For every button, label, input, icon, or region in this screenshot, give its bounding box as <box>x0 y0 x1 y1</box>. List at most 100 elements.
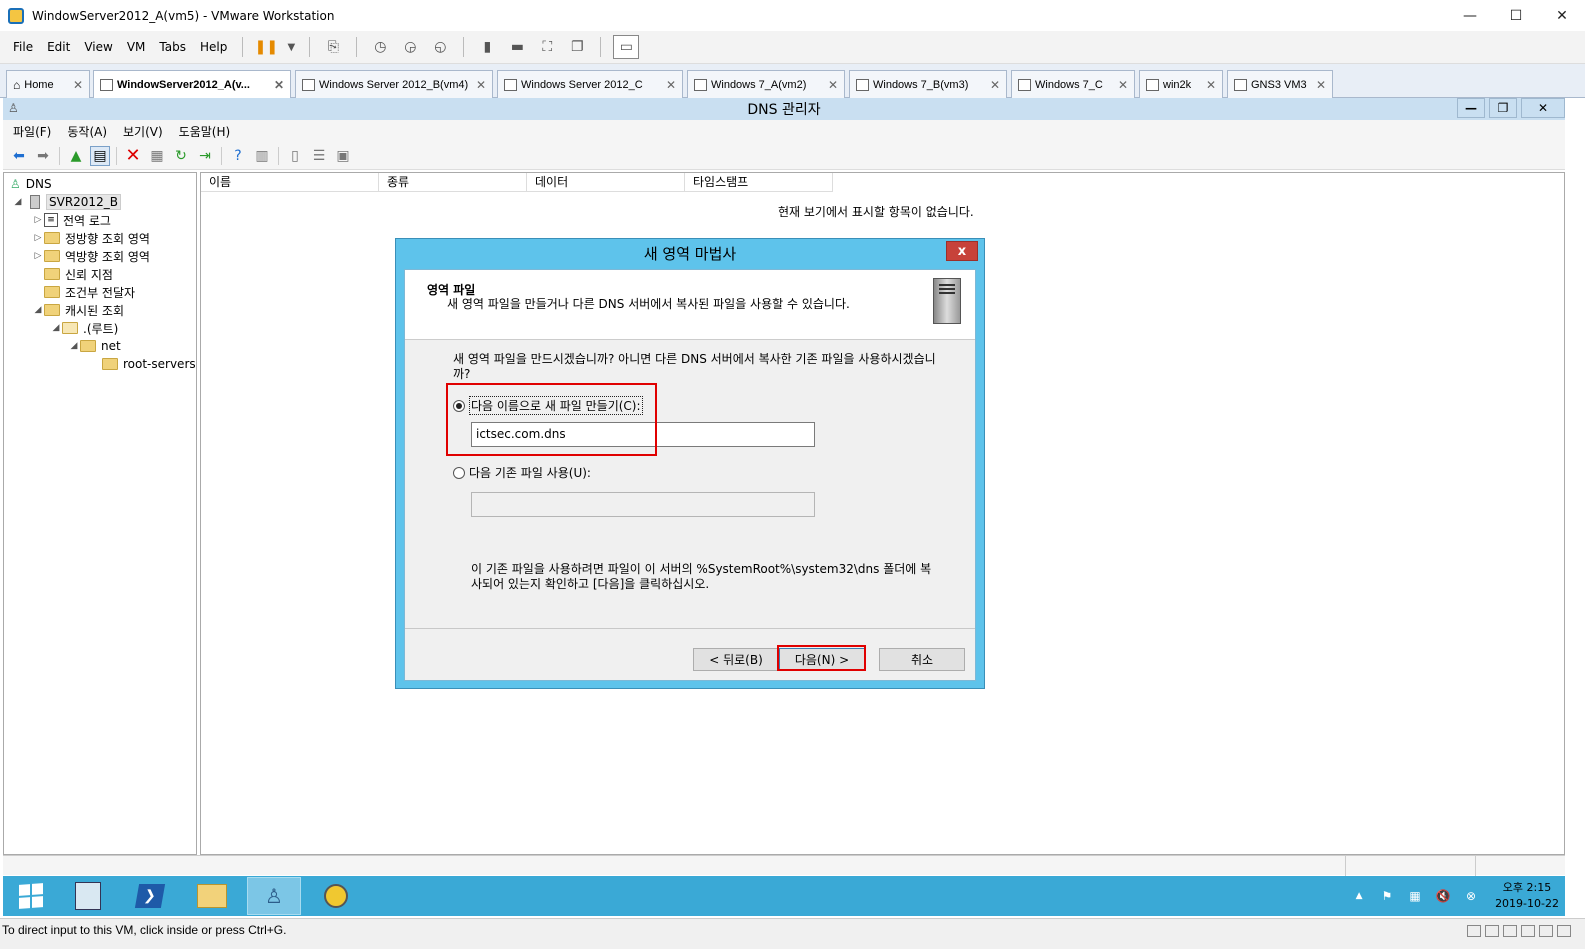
tab-close-icon[interactable]: ✕ <box>1206 78 1216 92</box>
tab-windows-server-2012-c[interactable]: Windows Server 2012_C ✕ <box>497 70 683 98</box>
tab-windows-7-c[interactable]: Windows 7_C ✕ <box>1011 70 1135 98</box>
expanded-arrow-icon[interactable]: ◢ <box>50 323 62 333</box>
server-manager-taskbar-button[interactable] <box>61 877 115 915</box>
tab-windows-7-b[interactable]: Windows 7_B(vm3) ✕ <box>849 70 1007 98</box>
tab-close-icon[interactable]: ✕ <box>990 78 1000 92</box>
tab-win2k[interactable]: win2k ✕ <box>1139 70 1223 98</box>
tree-item-conditional-forwarders[interactable]: 조건부 전달자 <box>44 283 135 301</box>
tab-gns3-vm3[interactable]: GNS3 VM3 ✕ <box>1227 70 1333 98</box>
tab-windows-server-2012-b[interactable]: Windows Server 2012_B(vm4) ✕ <box>295 70 493 98</box>
tab-windows-7-a[interactable]: Windows 7_A(vm2) ✕ <box>687 70 845 98</box>
properties-icon[interactable]: ▦ <box>147 146 167 166</box>
tab-close-icon[interactable]: ✕ <box>1118 78 1128 92</box>
expanded-arrow-icon[interactable]: ◢ <box>12 197 24 207</box>
show-action-pane-icon[interactable]: ▥ <box>252 146 272 166</box>
file-explorer-taskbar-button[interactable] <box>185 877 239 915</box>
tab-close-icon[interactable]: ✕ <box>828 78 838 92</box>
column-header-name[interactable]: 이름 <box>201 173 379 192</box>
menu-vm[interactable]: VM <box>120 40 153 54</box>
tab-close-icon[interactable]: ✕ <box>1316 78 1326 92</box>
cancel-button[interactable]: 취소 <box>879 648 965 671</box>
server-icon[interactable]: ▯ <box>285 146 305 166</box>
collapsed-arrow-icon[interactable]: ▷ <box>32 233 44 243</box>
delete-icon[interactable]: ✕ <box>123 145 143 166</box>
menu-action[interactable]: 동작(A) <box>59 123 115 140</box>
wizard-taskbar-button[interactable] <box>309 877 363 915</box>
close-icon[interactable]: ✕ <box>1539 0 1585 31</box>
menu-file[interactable]: 파일(F) <box>5 123 59 140</box>
tree-item-server[interactable]: ◢ SVR2012_B <box>12 193 121 211</box>
start-button[interactable] <box>9 877 53 915</box>
existing-file-name-input[interactable] <box>471 492 815 517</box>
help-icon[interactable]: ? <box>228 146 248 166</box>
tab-close-icon[interactable]: ✕ <box>73 78 83 92</box>
menu-help[interactable]: 도움말(H) <box>171 123 239 140</box>
tree-item-forward-zones[interactable]: ▷ 정방향 조회 영역 <box>32 229 150 247</box>
minimize-icon[interactable]: — <box>1447 0 1493 31</box>
list-icon[interactable]: ☰ <box>309 146 329 166</box>
snapshot-manager-icon[interactable]: ◵ <box>429 36 451 58</box>
expanded-arrow-icon[interactable]: ◢ <box>68 341 80 351</box>
maximize-icon[interactable]: ☐ <box>1493 0 1539 31</box>
snapshot-icon[interactable]: ◷ <box>369 36 391 58</box>
export-list-icon[interactable]: ⇥ <box>195 146 215 166</box>
column-header-type[interactable]: 종류 <box>379 173 527 192</box>
column-header-timestamp[interactable]: 타임스탬프 <box>685 173 833 192</box>
back-button[interactable]: < 뒤로(B) <box>693 648 779 671</box>
menu-tabs[interactable]: Tabs <box>152 40 193 54</box>
menu-help[interactable]: Help <box>193 40 234 54</box>
tree-item-root-servers[interactable]: root-servers <box>102 355 196 373</box>
send-ctrl-alt-del-icon[interactable]: ⎘ <box>322 36 344 58</box>
library-icon[interactable]: ▮ <box>476 36 498 58</box>
tree-item-root[interactable]: ◢ .(루트) <box>50 319 119 337</box>
radio-use-existing-file[interactable]: 다음 기존 파일 사용(U): <box>453 464 591 481</box>
tab-home[interactable]: ⌂ Home ✕ <box>6 70 90 98</box>
tree-item-cached-lookups[interactable]: ◢ 캐시된 조회 <box>32 301 124 319</box>
network-icon[interactable]: ▦ <box>1407 888 1423 904</box>
dns-manager-taskbar-button[interactable]: ♙ <box>247 877 301 915</box>
action-center-icon[interactable]: ⚑ <box>1379 888 1395 904</box>
cd-icon[interactable] <box>1485 925 1499 937</box>
collapsed-arrow-icon[interactable]: ▷ <box>32 251 44 261</box>
sound-icon[interactable] <box>1539 925 1553 937</box>
dropdown-arrow-icon[interactable]: ▼ <box>285 36 297 58</box>
powershell-taskbar-button[interactable]: ❯ <box>123 877 177 915</box>
close-icon[interactable]: ✕ <box>1521 98 1565 118</box>
view-toggle-icon[interactable]: ▭ <box>613 35 640 59</box>
tree-item-global-logs[interactable]: ▷ ≡ 전역 로그 <box>32 211 111 229</box>
forward-arrow-icon[interactable]: ➡ <box>33 146 53 166</box>
tab-windowserver2012-a[interactable]: WindowServer2012_A(v... ✕ <box>93 70 291 99</box>
volume-muted-icon[interactable]: 🔇 <box>1435 888 1451 904</box>
tree-item-reverse-zones[interactable]: ▷ 역방향 조회 영역 <box>32 247 150 265</box>
expanded-arrow-icon[interactable]: ◢ <box>32 305 44 315</box>
unity-icon[interactable]: ❐ <box>566 36 588 58</box>
menu-file[interactable]: File <box>6 40 40 54</box>
display-icon[interactable] <box>1557 925 1571 937</box>
tab-close-icon[interactable]: ✕ <box>274 78 284 92</box>
revert-snapshot-icon[interactable]: ◶ <box>399 36 421 58</box>
tab-close-icon[interactable]: ✕ <box>666 78 676 92</box>
full-screen-icon[interactable]: ⛶ <box>536 36 558 58</box>
tree-item-dns[interactable]: ♙ DNS <box>10 175 52 193</box>
menu-edit[interactable]: Edit <box>40 40 77 54</box>
pause-icon[interactable]: ❚❚ <box>255 36 278 58</box>
menu-view[interactable]: 보기(V) <box>115 123 171 140</box>
up-folder-icon[interactable]: ▲ <box>66 146 86 166</box>
tree-item-net[interactable]: ◢ net <box>68 337 121 355</box>
console-view-icon[interactable]: ▬ <box>506 36 528 58</box>
usb-icon[interactable] <box>1521 925 1535 937</box>
tree-item-trust-points[interactable]: 신뢰 지점 <box>44 265 113 283</box>
minimize-icon[interactable]: — <box>1457 98 1485 118</box>
show-hidden-icons-icon[interactable]: ▲ <box>1351 888 1367 904</box>
radio-unselected-icon[interactable] <box>453 466 465 479</box>
back-arrow-icon[interactable]: ⬅ <box>9 146 29 166</box>
column-header-data[interactable]: 데이터 <box>527 173 685 192</box>
records-icon[interactable]: ▣ <box>333 146 353 166</box>
taskbar-clock[interactable]: 오후 2:15 2019-10-22 <box>1495 880 1559 912</box>
restore-icon[interactable]: ❐ <box>1489 98 1517 118</box>
hdd-icon[interactable] <box>1467 925 1481 937</box>
show-hide-tree-icon[interactable]: ▤ <box>90 145 110 166</box>
refresh-icon[interactable]: ↻ <box>171 146 191 166</box>
tree-pane[interactable]: ♙ DNS ◢ SVR2012_B ▷ ≡ 전역 로그 ▷ 정방향 조회 영역 … <box>3 172 197 855</box>
ime-icon[interactable]: ⊗ <box>1463 888 1479 904</box>
